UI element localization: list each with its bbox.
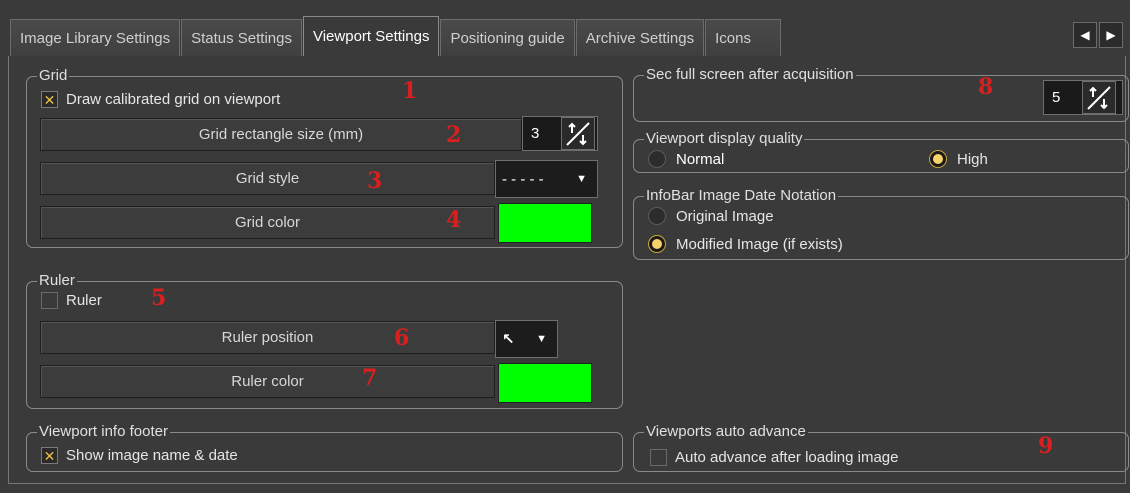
- grid-color-label: Grid color: [40, 206, 495, 239]
- chevron-down-icon: ▼: [576, 173, 587, 185]
- annotation-6: 6: [394, 325, 410, 351]
- tab-status-settings[interactable]: Status Settings: [181, 19, 302, 56]
- tab-archive-settings[interactable]: Archive Settings: [575, 19, 705, 56]
- grid-color-swatch[interactable]: [498, 203, 592, 243]
- ruler-checkbox-row[interactable]: Ruler: [41, 292, 102, 309]
- annotation-4: 4: [446, 207, 462, 233]
- draw-grid-checkbox[interactable]: ✕: [41, 91, 58, 108]
- show-image-name-row[interactable]: ✕ Show image name & date: [41, 447, 238, 464]
- quality-normal-radio[interactable]: [648, 150, 666, 168]
- settings-window: Image Library Settings Status Settings V…: [0, 0, 1130, 493]
- annotation-1: 1: [402, 78, 418, 104]
- infobar-original-label: Original Image: [676, 207, 774, 225]
- grid-style-label: Grid style: [40, 162, 495, 195]
- tab-icons[interactable]: Icons: [705, 19, 782, 56]
- tab-positioning-guide[interactable]: Positioning guide: [440, 19, 575, 56]
- annotation-9: 9: [1038, 433, 1054, 459]
- tab-scroll-arrows: ◀ ▶: [1073, 22, 1123, 48]
- ruler-checkbox[interactable]: [41, 292, 58, 309]
- quality-normal-label: Normal: [676, 150, 725, 168]
- annotation-8: 8: [978, 74, 994, 100]
- infobar-modified-option[interactable]: Modified Image (if exists): [648, 235, 843, 253]
- infobar-original-radio[interactable]: [648, 207, 666, 225]
- ruler-color-swatch[interactable]: [498, 363, 592, 403]
- fullscreen-spinner-icon[interactable]: [1082, 81, 1116, 114]
- arrow-up-left-icon: ↖: [502, 331, 515, 348]
- ruler-position-dropdown[interactable]: ↖ ▼: [495, 320, 558, 358]
- grid-group-title: Grid: [37, 67, 70, 85]
- fullscreen-group-title: Sec full screen after acquisition: [644, 66, 856, 84]
- grid-style-dropdown[interactable]: - - - - - ▼: [495, 160, 598, 198]
- show-image-name-checkbox[interactable]: ✕: [41, 447, 58, 464]
- viewport-info-footer-title: Viewport info footer: [37, 423, 170, 441]
- infobar-notation-title: InfoBar Image Date Notation: [644, 187, 839, 205]
- draw-grid-label: Draw calibrated grid on viewport: [66, 91, 281, 108]
- fullscreen-seconds-number: 5: [1052, 89, 1061, 106]
- show-image-name-label: Show image name & date: [66, 447, 238, 464]
- annotation-2: 2: [446, 122, 462, 148]
- annotation-3: 3: [367, 168, 383, 194]
- ruler-checkbox-label: Ruler: [66, 292, 102, 309]
- quality-high-radio[interactable]: [929, 150, 947, 168]
- auto-advance-row[interactable]: Auto advance after loading image: [650, 449, 898, 466]
- grid-rect-size-number: 3: [531, 125, 540, 142]
- auto-advance-checkbox[interactable]: [650, 449, 667, 466]
- quality-high-option[interactable]: High: [929, 150, 988, 168]
- infobar-original-option[interactable]: Original Image: [648, 207, 774, 225]
- auto-advance-title: Viewports auto advance: [644, 423, 808, 441]
- annotation-5: 5: [151, 285, 167, 311]
- infobar-modified-radio[interactable]: [648, 235, 666, 253]
- ruler-group-title: Ruler: [37, 272, 77, 290]
- ruler-color-label: Ruler color: [40, 365, 495, 398]
- tab-bar: Image Library Settings Status Settings V…: [10, 16, 782, 56]
- grid-rect-size-spinner-icon[interactable]: [561, 117, 595, 150]
- ruler-position-label: Ruler position: [40, 321, 495, 354]
- grid-style-value: - - - - -: [502, 170, 544, 188]
- tab-image-library-settings[interactable]: Image Library Settings: [10, 19, 181, 56]
- tab-viewport-settings[interactable]: Viewport Settings: [302, 16, 440, 56]
- infobar-modified-label: Modified Image (if exists): [676, 235, 843, 253]
- tab-scroll-left-icon[interactable]: ◀: [1073, 22, 1097, 48]
- quality-high-label: High: [957, 150, 988, 168]
- auto-advance-label: Auto advance after loading image: [675, 449, 899, 466]
- annotation-7: 7: [362, 365, 378, 391]
- quality-normal-option[interactable]: Normal: [648, 150, 724, 168]
- display-quality-title: Viewport display quality: [644, 130, 805, 148]
- chevron-down-icon: ▼: [536, 333, 547, 345]
- tab-scroll-right-icon[interactable]: ▶: [1099, 22, 1123, 48]
- draw-grid-checkbox-row[interactable]: ✕ Draw calibrated grid on viewport: [41, 91, 280, 108]
